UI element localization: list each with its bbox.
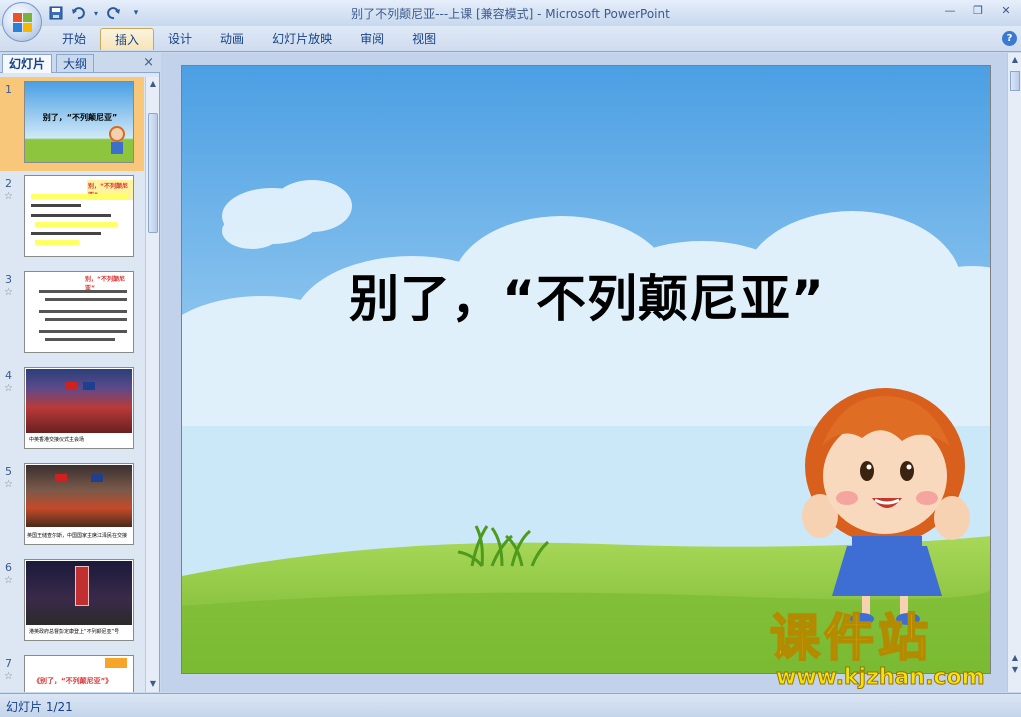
tab-view[interactable]: 视图 bbox=[398, 28, 450, 50]
scroll-thumb[interactable] bbox=[1010, 71, 1020, 91]
panel-tab-bar: 幻灯片 大纲 × bbox=[0, 53, 160, 73]
editor-scrollbar[interactable]: ▲ ▲ ▼ bbox=[1007, 53, 1021, 692]
slide-preview-title: 《别了，“不列颠尼亚”》 bbox=[33, 677, 113, 685]
ribbon-tab-bar: 开始 插入 设计 动画 幻灯片放映 审阅 视图 ? bbox=[0, 26, 1021, 52]
slide-preview: 别了，“不列颠尼亚” bbox=[24, 81, 134, 163]
animation-star-icon: ☆ bbox=[4, 287, 13, 298]
status-bar: 幻灯片 1/21 bbox=[0, 693, 1021, 717]
panel-scrollbar[interactable]: ▲ ▼ bbox=[145, 77, 159, 692]
slide-number: 4 bbox=[5, 369, 12, 382]
slide-thumbnail-6[interactable]: 6 ☆ 港英政府总督彭定康登上“不列颠尼亚”号 bbox=[0, 555, 144, 649]
tab-slideshow[interactable]: 幻灯片放映 bbox=[258, 28, 346, 50]
girl-icon bbox=[109, 126, 125, 142]
slide-preview-caption: 英国王储查尔斯，中国国家主席江泽民在交接 bbox=[27, 533, 128, 539]
slide-preview: 中英香港交接仪式主会场 bbox=[24, 367, 134, 449]
close-icon[interactable]: ✕ bbox=[999, 4, 1013, 18]
tab-insert[interactable]: 插入 bbox=[100, 28, 155, 50]
slide-thumbnail-1[interactable]: 1 别了，“不列颠尼亚” bbox=[0, 77, 144, 171]
window-controls: — ❐ ✕ bbox=[943, 4, 1013, 18]
tab-slides[interactable]: 幻灯片 bbox=[2, 54, 53, 73]
slide-number: 5 bbox=[5, 465, 12, 478]
slide-thumbnail-5[interactable]: 5 ☆ 英国王储查尔斯，中国国家主席江泽民在交接 bbox=[0, 459, 144, 553]
scroll-thumb[interactable] bbox=[148, 113, 158, 233]
slide-thumbnail-list: 1 别了，“不列颠尼亚” 2 ☆ 别，“不列颠尼亚” 3 ☆ bbox=[0, 77, 144, 692]
slide-editor: 别了，“不列颠尼亚” bbox=[161, 53, 1007, 692]
slides-panel: 幻灯片 大纲 × 1 别了，“不列颠尼亚” 2 ☆ 别，“不列颠尼亚” bbox=[0, 53, 160, 692]
slide-thumbnail-3[interactable]: 3 ☆ 别，“不列颠尼亚” bbox=[0, 267, 144, 361]
slide-thumbnail-4[interactable]: 4 ☆ 中英香港交接仪式主会场 bbox=[0, 363, 144, 457]
girl-dress-icon bbox=[111, 142, 123, 154]
help-icon[interactable]: ? bbox=[1002, 31, 1017, 46]
slide-number: 2 bbox=[5, 177, 12, 190]
slide-preview-title: 别了，“不列颠尼亚” bbox=[42, 113, 118, 122]
slide-background bbox=[182, 66, 990, 673]
tab-design[interactable]: 设计 bbox=[154, 28, 206, 50]
animation-star-icon: ☆ bbox=[4, 575, 13, 586]
animation-star-icon: ☆ bbox=[4, 191, 13, 202]
animation-star-icon: ☆ bbox=[4, 671, 13, 682]
slide-preview: 别，“不列颠尼亚” bbox=[24, 175, 134, 257]
slide-preview-caption: 港英政府总督彭定康登上“不列颠尼亚”号 bbox=[29, 629, 120, 635]
tab-outline[interactable]: 大纲 bbox=[56, 54, 95, 73]
slide-preview: 港英政府总督彭定康登上“不列颠尼亚”号 bbox=[24, 559, 134, 641]
slide-thumbnail-2[interactable]: 2 ☆ 别，“不列颠尼亚” bbox=[0, 171, 144, 265]
slide-title[interactable]: 别了，“不列颠尼亚” bbox=[182, 259, 990, 331]
animation-star-icon: ☆ bbox=[4, 479, 13, 490]
watermark-brand: 课件站 bbox=[769, 608, 932, 668]
window-title: 别了不列颠尼亚---上课 [兼容模式] - Microsoft PowerPoi… bbox=[351, 7, 670, 21]
scroll-up-icon[interactable]: ▲ bbox=[1010, 55, 1020, 65]
watermark-url: www.kjzhan.com bbox=[776, 665, 986, 691]
office-button[interactable] bbox=[2, 2, 42, 42]
animation-star-icon: ☆ bbox=[4, 383, 13, 394]
slide-number: 7 bbox=[5, 657, 12, 670]
restore-icon[interactable]: ❐ bbox=[971, 4, 985, 18]
slide-preview-caption: 中英香港交接仪式主会场 bbox=[29, 437, 85, 443]
scroll-up-icon[interactable]: ▲ bbox=[148, 79, 158, 89]
close-icon[interactable]: × bbox=[143, 55, 154, 70]
scroll-down-icon[interactable]: ▼ bbox=[148, 679, 158, 689]
tab-review[interactable]: 审阅 bbox=[346, 28, 398, 50]
minimize-icon[interactable]: — bbox=[943, 4, 957, 18]
slide-number: 3 bbox=[5, 273, 12, 286]
slide-preview: 别，“不列颠尼亚” bbox=[24, 271, 134, 353]
slide-canvas[interactable]: 别了，“不列颠尼亚” bbox=[181, 65, 991, 674]
office-logo-icon bbox=[13, 13, 33, 33]
slide-number: 6 bbox=[5, 561, 12, 574]
tab-home[interactable]: 开始 bbox=[48, 28, 100, 50]
next-slide-icon[interactable]: ▼ bbox=[1010, 665, 1020, 675]
slide-preview: 《别了，“不列颠尼亚”》 bbox=[24, 655, 134, 692]
slide-preview: 英国王储查尔斯，中国国家主席江泽民在交接 bbox=[24, 463, 134, 545]
title-bar: ▾ ▾ 别了不列颠尼亚---上课 [兼容模式] - Microsoft Powe… bbox=[0, 0, 1021, 26]
tab-animations[interactable]: 动画 bbox=[206, 28, 258, 50]
slide-thumbnail-7[interactable]: 7 ☆ 《别了，“不列颠尼亚”》 bbox=[0, 651, 144, 692]
previous-slide-icon[interactable]: ▲ bbox=[1010, 653, 1020, 663]
slide-counter: 幻灯片 1/21 bbox=[6, 700, 73, 714]
slide-number: 1 bbox=[5, 83, 12, 96]
